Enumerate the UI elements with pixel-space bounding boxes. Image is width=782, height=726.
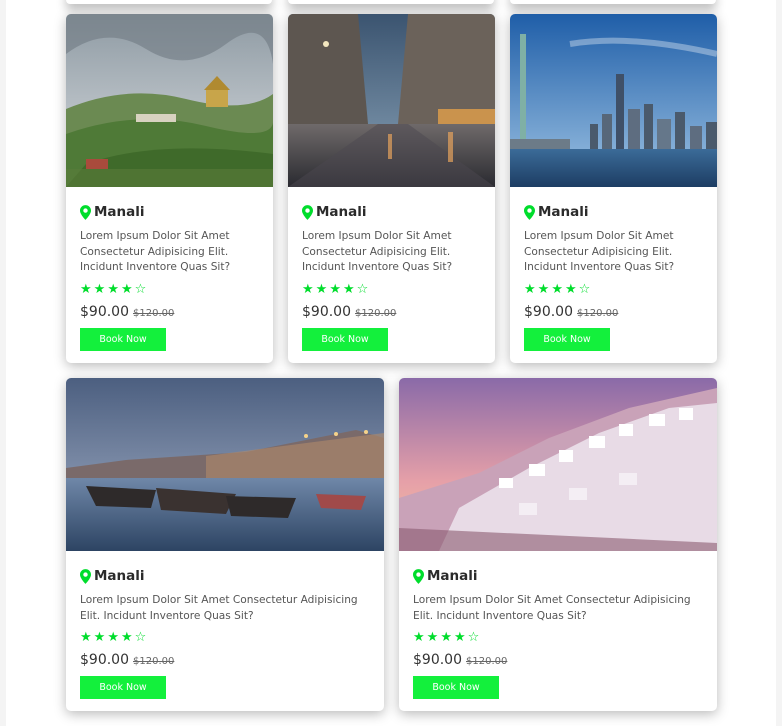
- tour-title: Manali: [94, 204, 145, 220]
- tour-title: Manali: [427, 568, 478, 584]
- location-pin-icon: [302, 204, 313, 220]
- price: $90.00: [80, 652, 129, 669]
- star-filled-icon: ★: [329, 282, 341, 298]
- book-now-button[interactable]: Book Now: [80, 676, 166, 700]
- previous-card-bottom: [510, 0, 716, 4]
- star-filled-icon: ★: [524, 282, 536, 298]
- old-price: $120.00: [577, 308, 619, 320]
- old-price: $120.00: [355, 308, 397, 320]
- star-filled-icon: ★: [80, 630, 92, 646]
- old-price: $120.00: [466, 656, 508, 668]
- location-pin-icon: [413, 568, 424, 584]
- star-filled-icon: ★: [93, 630, 106, 646]
- star-filled-icon: ★: [302, 282, 314, 298]
- star-filled-icon: ★: [107, 282, 119, 298]
- star-filled-icon: ★: [564, 282, 577, 298]
- star-rating: ★ ★ ★ ★ ☆: [302, 283, 481, 297]
- price: $90.00: [413, 652, 462, 669]
- tour-title: Manali: [538, 204, 589, 220]
- tour-description: Lorem Ipsum Dolor Sit Amet Consectetur A…: [524, 230, 675, 274]
- star-empty-icon: ☆: [467, 630, 480, 646]
- star-filled-icon: ★: [537, 282, 550, 298]
- tour-description: Lorem Ipsum Dolor Sit Amet Consectetur A…: [413, 594, 691, 622]
- tour-card: Manali Lorem Ipsum Dolor Sit Amet Consec…: [399, 378, 717, 711]
- tour-card: Manali Lorem Ipsum Dolor Sit Amet Consec…: [288, 14, 495, 363]
- old-price: $120.00: [133, 308, 175, 320]
- price: $90.00: [524, 304, 573, 321]
- book-now-button[interactable]: Book Now: [524, 328, 610, 352]
- tour-description: Lorem Ipsum Dolor Sit Amet Consectetur A…: [80, 230, 231, 274]
- tour-description: Lorem Ipsum Dolor Sit Amet Consectetur A…: [302, 230, 453, 274]
- star-rating: ★ ★ ★ ★ ☆: [413, 631, 703, 645]
- star-filled-icon: ★: [342, 282, 355, 298]
- star-filled-icon: ★: [426, 630, 439, 646]
- tour-photo-riverside-boats: [66, 378, 384, 551]
- star-empty-icon: ☆: [134, 630, 147, 646]
- tour-card: Manali Lorem Ipsum Dolor Sit Amet Consec…: [66, 378, 384, 711]
- tour-photo-hill-monastery: [66, 14, 273, 187]
- price: $90.00: [80, 304, 129, 321]
- price: $90.00: [302, 304, 351, 321]
- star-filled-icon: ★: [413, 630, 425, 646]
- star-rating: ★ ★ ★ ★ ☆: [524, 283, 703, 297]
- star-filled-icon: ★: [440, 630, 452, 646]
- tour-description: Lorem Ipsum Dolor Sit Amet Consectetur A…: [80, 594, 358, 622]
- location-pin-icon: [80, 204, 91, 220]
- star-filled-icon: ★: [80, 282, 92, 298]
- star-filled-icon: ★: [315, 282, 328, 298]
- tour-photo-city-skyline: [510, 14, 717, 187]
- previous-card-bottom: [66, 0, 272, 4]
- tour-title: Manali: [94, 568, 145, 584]
- star-filled-icon: ★: [120, 630, 133, 646]
- book-now-button[interactable]: Book Now: [413, 676, 499, 700]
- tour-card: Manali Lorem Ipsum Dolor Sit Amet Consec…: [66, 14, 273, 363]
- star-filled-icon: ★: [453, 630, 466, 646]
- star-filled-icon: ★: [551, 282, 563, 298]
- tour-photo-city-street: [288, 14, 495, 187]
- tour-photo-white-village: [399, 378, 717, 551]
- location-pin-icon: [524, 204, 535, 220]
- star-filled-icon: ★: [93, 282, 106, 298]
- location-pin-icon: [80, 568, 91, 584]
- previous-card-bottom: [288, 0, 494, 4]
- star-filled-icon: ★: [120, 282, 133, 298]
- star-empty-icon: ☆: [134, 282, 147, 298]
- old-price: $120.00: [133, 656, 175, 668]
- tour-card: Manali Lorem Ipsum Dolor Sit Amet Consec…: [510, 14, 717, 363]
- star-filled-icon: ★: [107, 630, 119, 646]
- book-now-button[interactable]: Book Now: [302, 328, 388, 352]
- tour-title: Manali: [316, 204, 367, 220]
- star-rating: ★ ★ ★ ★ ☆: [80, 631, 370, 645]
- star-empty-icon: ☆: [356, 282, 369, 298]
- book-now-button[interactable]: Book Now: [80, 328, 166, 352]
- star-empty-icon: ☆: [578, 282, 591, 298]
- star-rating: ★ ★ ★ ★ ☆: [80, 283, 259, 297]
